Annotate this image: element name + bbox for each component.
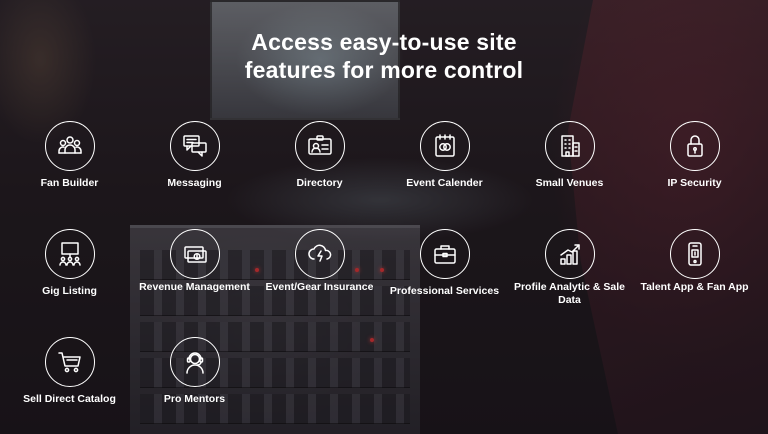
feature-label: Professional Services <box>389 285 500 297</box>
headset-person-icon <box>169 337 220 387</box>
feature-label: Gig Listing <box>42 285 97 297</box>
feature-label: Pro Mentors <box>163 393 226 405</box>
feature-talent-fan-app[interactable]: Talent App & Fan App <box>632 229 757 294</box>
feature-label: Sell Direct Catalog <box>23 393 116 405</box>
feature-label: Event/Gear Insurance <box>265 281 374 293</box>
chat-bubbles-icon <box>169 121 220 171</box>
briefcase-icon <box>419 229 470 279</box>
feature-gig-listing[interactable]: Gig Listing <box>7 229 132 298</box>
group-icon <box>44 121 95 171</box>
calendar-icon <box>419 121 470 171</box>
feature-label: Directory <box>296 177 343 189</box>
feature-revenue-management[interactable]: Revenue Management <box>132 229 257 294</box>
feature-label: Small Venues <box>535 177 604 189</box>
feature-ip-security[interactable]: IP Security <box>632 121 757 190</box>
features-grid: Fan Builder Messaging Directory Event Ca… <box>0 0 768 434</box>
feature-messaging[interactable]: Messaging <box>132 121 257 190</box>
feature-pro-mentors[interactable]: Pro Mentors <box>132 337 257 406</box>
presentation-board-icon <box>44 229 95 279</box>
feature-label: Fan Builder <box>40 177 99 189</box>
feature-label: Messaging <box>167 177 222 189</box>
shopping-cart-icon <box>44 337 95 387</box>
money-icon <box>169 229 220 279</box>
feature-fan-builder[interactable]: Fan Builder <box>7 121 132 190</box>
growth-chart-icon <box>544 229 595 279</box>
building-icon <box>544 121 595 171</box>
smartphone-icon <box>669 229 720 279</box>
feature-event-gear-insurance[interactable]: Event/Gear Insurance <box>257 229 382 294</box>
feature-label: IP Security <box>667 177 722 189</box>
id-card-icon <box>294 121 345 171</box>
feature-sell-direct-catalog[interactable]: Sell Direct Catalog <box>7 337 132 406</box>
cloud-shield-icon <box>294 229 345 279</box>
feature-label: Profile Analytic & Sale Data <box>513 281 626 306</box>
feature-profile-analytic[interactable]: Profile Analytic & Sale Data <box>507 229 632 307</box>
feature-label: Event Calender <box>406 177 483 189</box>
feature-professional-services[interactable]: Professional Services <box>382 229 507 298</box>
feature-event-calender[interactable]: Event Calender <box>382 121 507 190</box>
lock-icon <box>669 121 720 171</box>
feature-label: Talent App & Fan App <box>640 281 749 293</box>
feature-directory[interactable]: Directory <box>257 121 382 190</box>
feature-label: Revenue Management <box>139 281 250 293</box>
feature-small-venues[interactable]: Small Venues <box>507 121 632 190</box>
